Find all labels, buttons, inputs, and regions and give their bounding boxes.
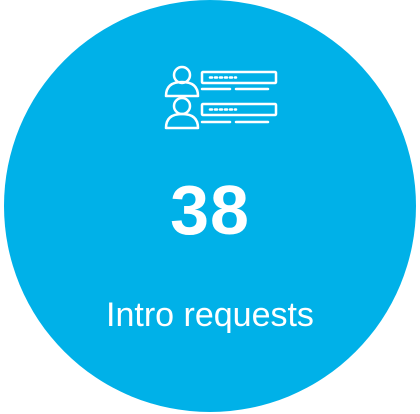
stat-label: Intro requests <box>106 296 314 334</box>
stat-value: 38 <box>170 171 250 249</box>
users-list-icon <box>164 65 278 130</box>
